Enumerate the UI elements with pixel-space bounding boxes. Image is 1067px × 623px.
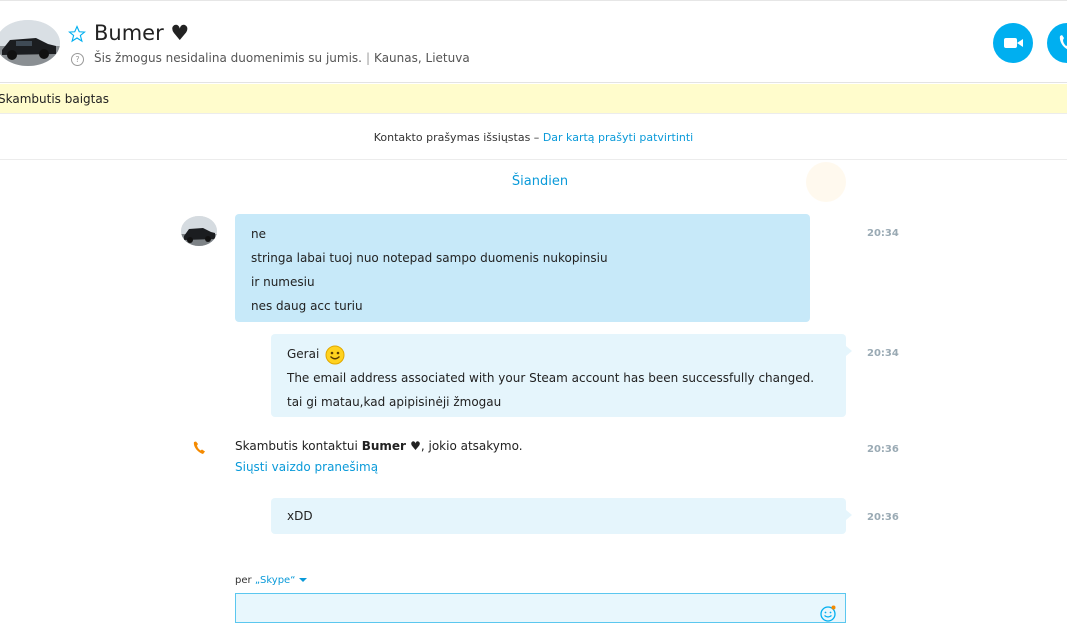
message-bubble[interactable]: Gerai The email address associated with …	[271, 334, 846, 417]
message-time: 20:36	[867, 512, 899, 523]
via-label: per	[235, 575, 252, 586]
phone-call-icon	[1059, 35, 1067, 50]
message-line: xDD	[287, 509, 313, 523]
message-time: 20:34	[867, 348, 899, 359]
audio-call-button[interactable]	[1047, 23, 1067, 63]
missed-call-result: , jokio atsakymo.	[420, 439, 523, 453]
bubble-tail	[846, 510, 852, 520]
message-time: 20:36	[867, 444, 899, 455]
send-via-selector[interactable]: per „Skype“	[235, 575, 308, 586]
help-icon[interactable]: ?	[71, 53, 84, 66]
call-ended-banner: Skambutis baigtas	[0, 84, 1067, 114]
missed-call-text: Skambutis kontaktui	[235, 439, 358, 453]
bubble-tail	[846, 346, 852, 356]
contact-name: Bumer ♥	[94, 21, 190, 45]
smile-emoticon-icon	[325, 345, 345, 364]
message-line: ir numesiu	[251, 275, 315, 289]
video-call-button[interactable]	[993, 23, 1033, 63]
message-bubble[interactable]: xDD	[271, 498, 846, 534]
message-line: stringa labai tuoj nuo notepad sampo duo…	[251, 251, 608, 265]
send-video-message-link[interactable]: Siųsti vaizdo pranešimą	[235, 460, 378, 474]
day-divider: Šiandien	[511, 174, 569, 189]
message-line: Gerai	[287, 342, 830, 366]
banner-text: Skambutis baigtas	[0, 92, 109, 106]
service-dropdown[interactable]: „Skype“	[255, 575, 296, 586]
chevron-down-icon[interactable]	[299, 578, 308, 582]
message-bubble[interactable]: ne stringa labai tuoj nuo notepad sampo …	[235, 214, 810, 322]
contact-request-notice: Kontakto prašymas išsiųstas – Dar kartą …	[0, 115, 1067, 160]
conversation-header: Bumer ♥ ? Šis žmogus nesidalina duomenim…	[0, 0, 1067, 83]
location: Kaunas, Lietuva	[374, 51, 470, 65]
separator: |	[366, 51, 371, 65]
message-line: ne	[251, 227, 266, 241]
contact-status: Šis žmogus nesidalina duomenimis su jumi…	[94, 51, 470, 65]
missed-call-notice: Skambutis kontaktui Bumer ♥, jokio atsak…	[235, 439, 523, 453]
contact-request-text: Kontakto prašymas išsiųstas –	[373, 131, 540, 144]
video-call-icon	[1004, 38, 1023, 48]
contact-avatar[interactable]	[0, 20, 60, 66]
phone-icon	[193, 441, 205, 454]
message-line: tai gi matau,kad apipisinėji žmogau	[287, 395, 502, 409]
missed-call-contact: Bumer ♥	[361, 439, 421, 453]
message-line: The email address associated with your S…	[287, 371, 815, 385]
message-text: Gerai	[287, 347, 320, 361]
privacy-status: Šis žmogus nesidalina duomenimis su jumi…	[94, 51, 362, 65]
message-time: 20:34	[867, 228, 899, 239]
message-line: nes daug acc turiu	[251, 299, 363, 313]
star-icon[interactable]	[68, 25, 86, 43]
emoticon-picker-icon[interactable]	[819, 604, 837, 622]
sender-avatar[interactable]	[181, 216, 217, 246]
resend-request-link[interactable]: Dar kartą prašyti patvirtinti	[543, 131, 693, 144]
